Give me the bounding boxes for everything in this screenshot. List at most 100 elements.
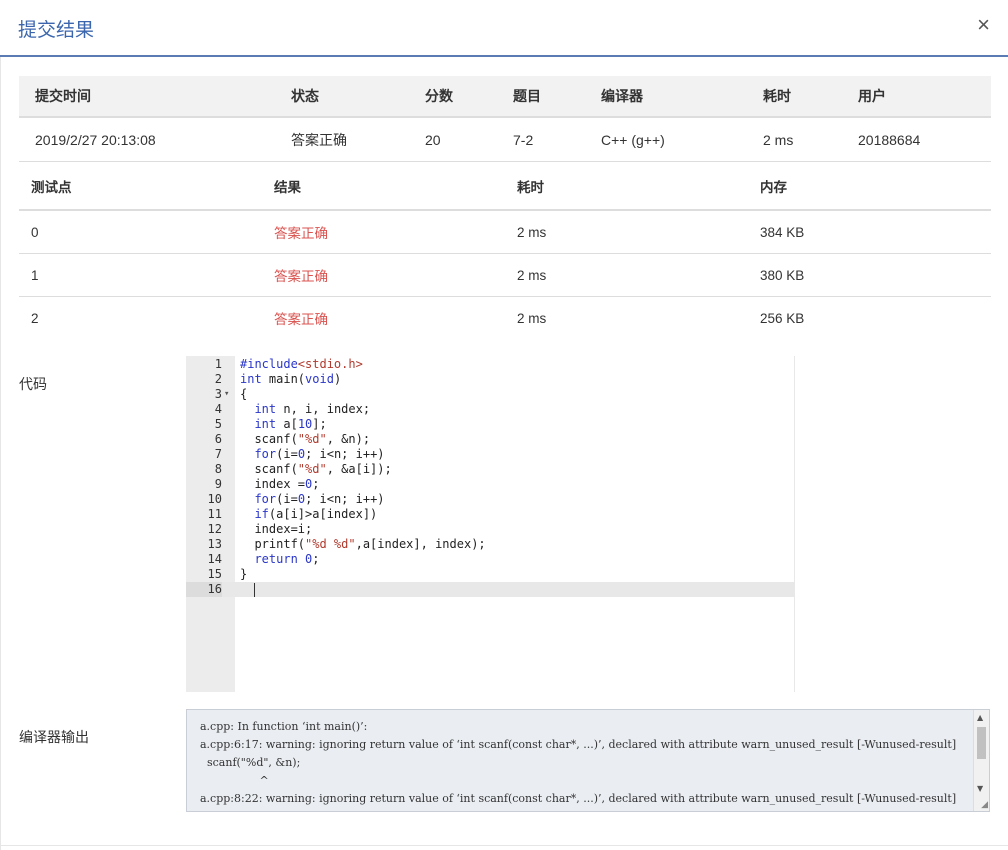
code-text: int a[10]; [254, 417, 327, 431]
testcase-time: 2 ms [517, 310, 547, 326]
modal-title: 提交结果 [18, 20, 95, 41]
line-number: 15 [207, 567, 222, 581]
line-number: 6 [214, 432, 222, 446]
testcase-time: 2 ms [505, 210, 748, 254]
header-submit-time: 提交时间 [19, 76, 275, 118]
modal-footer-divider [0, 845, 1008, 846]
testcase-id: 0 [19, 210, 262, 254]
code-line: 7 for(i=0; i<n; i++) [186, 447, 794, 462]
code-text: for(i=0; i<n; i++) [254, 492, 385, 506]
code-line: 2 int main(void) [186, 372, 794, 387]
testcase-result: 答案正确 [274, 312, 328, 327]
submission-table: 提交时间 状态 分数 题目 编译器 耗时 用户 2019/2/27 20:13:… [19, 76, 991, 162]
scrollbar-thumb[interactable] [977, 727, 986, 759]
code-text: } [240, 567, 248, 581]
code-line: 3 ▾ { [186, 387, 794, 402]
compiler: C++ (g++) [585, 117, 747, 162]
header-testcase: 测试点 [19, 163, 262, 211]
code-text: printf("%d %d",a[index], index); [240, 537, 486, 551]
header-score: 分数 [409, 76, 497, 118]
header-status: 状态 [275, 76, 409, 118]
code-line: 13 printf("%d %d",a[index], index); [186, 537, 794, 552]
code-line: 4 int n, i, index; [186, 402, 794, 417]
compiler-output-text: a.cpp: In function ‘int main()’: a.cpp:6… [200, 720, 957, 805]
code-line: 15} [186, 567, 794, 582]
user-id: 20188684 [842, 117, 991, 162]
scroll-up-icon[interactable]: ▲ [977, 713, 983, 722]
testcase-id: 2 [31, 310, 39, 326]
table-row: 1 答案正确 2 ms 380 KB [19, 253, 991, 297]
code-line: 12 index=i; [186, 522, 794, 537]
testcase-memory: 380 KB [748, 253, 991, 297]
line-number: 14 [207, 552, 222, 566]
code-line: 11 if(a[i]>a[index]) [186, 507, 794, 522]
status-badge: 答案正确 [275, 117, 409, 162]
code-text: index =0; [240, 477, 320, 491]
testcase-id: 1 [19, 253, 262, 297]
code-line: 14 return 0; [186, 552, 794, 567]
testcase-result: 答案正确 [262, 210, 505, 254]
modal-left-border [0, 57, 1, 850]
testcase-table: 测试点 结果 耗时 内存 0 答案正确 2 ms 384 KB 1 答案正确 2… [19, 163, 991, 339]
resize-handle-icon[interactable]: ◢ [981, 800, 988, 810]
line-number: 7 [214, 447, 222, 461]
line-number: 10 [207, 492, 222, 506]
code-text: int main(void) [240, 372, 342, 386]
table-row: 0 答案正确 2 ms 384 KB [19, 210, 991, 254]
code-line: 9 index =0; [186, 477, 794, 492]
code-line: 5 int a[10]; [186, 417, 794, 432]
testcase-memory: 384 KB [748, 210, 991, 254]
header-memory: 内存 [748, 163, 991, 211]
line-number: 12 [207, 522, 222, 536]
scrollbar[interactable]: ▲ ▼ [973, 710, 989, 811]
line-number: 13 [207, 537, 222, 551]
table-row: 2 答案正确 2 ms 256 KB [19, 297, 991, 340]
submit-time: 2019/2/27 20:13:08 [19, 117, 275, 162]
line-number: 4 [214, 402, 222, 416]
problem-link[interactable]: 7-2 [497, 117, 585, 162]
code-text: #include<stdio.h> [240, 357, 363, 371]
code-text: int n, i, index; [254, 402, 371, 416]
code-editor[interactable]: 1 #include<stdio.h> 2 int main(void) 3 ▾ {4 in… [186, 356, 795, 692]
line-number: 8 [214, 462, 222, 476]
code-line: 10 for(i=0; i<n; i++) [186, 492, 794, 507]
header-compiler: 编译器 [585, 76, 747, 118]
code-text: if(a[i]>a[index]) [254, 507, 378, 521]
header-problem: 题目 [497, 76, 585, 118]
code-line: 1 #include<stdio.h> [186, 357, 794, 372]
code-text: scanf("%d", &n); [240, 432, 371, 446]
code-text: for(i=0; i<n; i++) [254, 447, 385, 461]
header-time: 耗时 [505, 163, 748, 211]
line-number: 9 [214, 477, 222, 491]
close-icon[interactable]: × [977, 12, 990, 38]
code-text: return 0; [254, 552, 320, 566]
code-text: scanf("%d", &a[i]); [240, 462, 392, 476]
header-user: 用户 [842, 76, 991, 118]
modal-header: 提交结果 × [0, 0, 1008, 57]
elapsed-time: 2 ms [747, 117, 842, 162]
testcase-memory: 256 KB [760, 310, 805, 326]
code-line: 8 scanf("%d", &a[i]); [186, 462, 794, 477]
line-number: 5 [214, 417, 222, 431]
submission-row: 2019/2/27 20:13:08 答案正确 20 7-2 C++ (g++)… [19, 117, 991, 162]
line-number: 2 [214, 372, 222, 386]
line-number: 11 [207, 507, 222, 521]
compiler-output-label: 编译器输出 [19, 729, 89, 745]
code-label: 代码 [19, 376, 47, 392]
score: 20 [409, 117, 497, 162]
testcase-result: 答案正确 [262, 253, 505, 297]
scroll-down-icon[interactable]: ▼ [977, 784, 983, 793]
code-text: { [240, 387, 248, 401]
line-number: 1 [214, 357, 222, 371]
line-number: 3 [214, 387, 222, 401]
code-line: 16 [186, 582, 794, 597]
testcase-time: 2 ms [505, 253, 748, 297]
compiler-output-textarea[interactable]: a.cpp: In function ‘int main()’: a.cpp:6… [186, 709, 990, 812]
text-cursor [254, 583, 255, 597]
header-result: 结果 [262, 163, 505, 211]
code-line: 6 scanf("%d", &n); [186, 432, 794, 447]
header-elapsed: 耗时 [747, 76, 842, 118]
code-text: index=i; [240, 522, 313, 536]
fold-arrow-icon[interactable]: ▾ [224, 387, 229, 402]
line-number: 16 [186, 582, 222, 597]
